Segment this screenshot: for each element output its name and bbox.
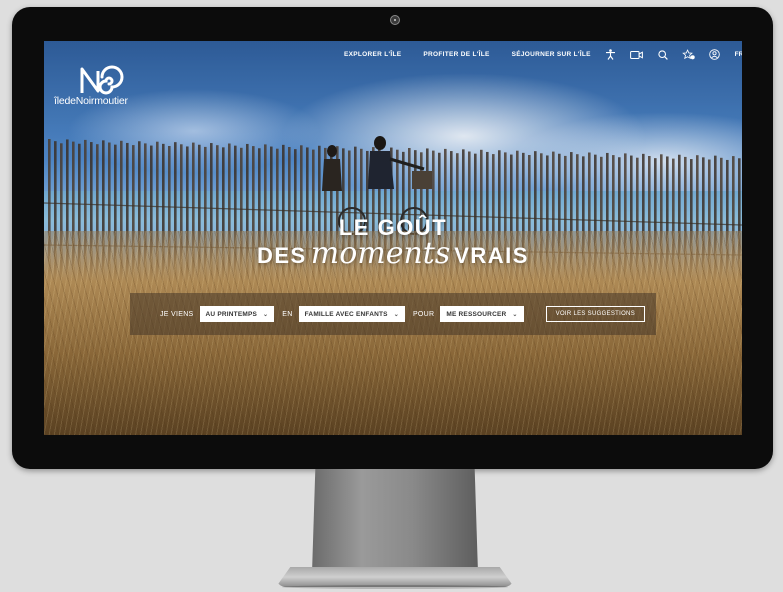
header-icons: FR [604,48,742,61]
website-screen: îledeNoirmoutier EXPLORER L'ÎLE PROFITER… [44,41,742,435]
headline-moments: moments [310,236,451,271]
language-label: FR [734,51,742,58]
nav-sejourner[interactable]: SÉJOURNER SUR L'ÎLE [512,51,591,58]
monitor-stand-base [276,567,514,587]
language-icon[interactable]: FR [734,48,742,61]
season-dropdown[interactable]: AU PRINTEMPS ⌄ [199,306,275,322]
chevron-down-icon: ⌄ [263,311,269,318]
headline-des: DES [257,243,307,268]
hero-headline: LE GOÛT DES moments VRAIS [44,216,742,270]
chevron-down-icon: ⌄ [393,311,399,318]
favorites-icon[interactable] [682,48,695,61]
site-logo[interactable]: îledeNoirmoutier [52,61,142,109]
headline-vrais: VRAIS [454,243,529,268]
search-icon[interactable] [656,48,669,61]
nav-explorer[interactable]: EXPLORER L'ÎLE [344,51,401,58]
account-icon[interactable] [708,48,721,61]
chevron-down-icon: ⌄ [512,311,518,318]
purpose-dropdown[interactable]: ME RESSOURCER ⌄ [440,306,524,322]
label-pour: POUR [412,310,435,318]
webcam-icon [390,15,400,25]
see-suggestions-button[interactable]: VOIR LES SUGGESTIONS [545,306,645,322]
label-je-viens: JE VIENS [160,310,194,318]
accessibility-icon[interactable] [604,48,617,61]
brand-name: îledeNoirmoutier [54,95,128,107]
main-nav: EXPLORER L'ÎLE PROFITER DE L'ÎLE SÉJOURN… [344,51,591,58]
label-en: EN [282,310,293,318]
company-value: FAMILLE AVEC ENFANTS [304,310,388,318]
monitor-stand-shadow [282,585,508,589]
monitor-stand-neck [312,469,478,573]
trip-selector: JE VIENS AU PRINTEMPS ⌄ EN FAMILLE AVEC … [130,293,656,335]
desktop-background: îledeNoirmoutier EXPLORER L'ÎLE PROFITER… [0,0,783,592]
headline-line-2: DES moments VRAIS [44,239,742,270]
nav-profiter[interactable]: PROFITER DE L'ÎLE [423,51,489,58]
company-dropdown[interactable]: FAMILLE AVEC ENFANTS ⌄ [298,306,405,322]
season-value: AU PRINTEMPS [205,310,258,318]
spiral-logo-icon [80,65,124,95]
live-camera-icon[interactable] [630,48,643,61]
monitor-bezel: îledeNoirmoutier EXPLORER L'ÎLE PROFITER… [12,7,773,469]
purpose-value: ME RESSOURCER [446,310,507,318]
